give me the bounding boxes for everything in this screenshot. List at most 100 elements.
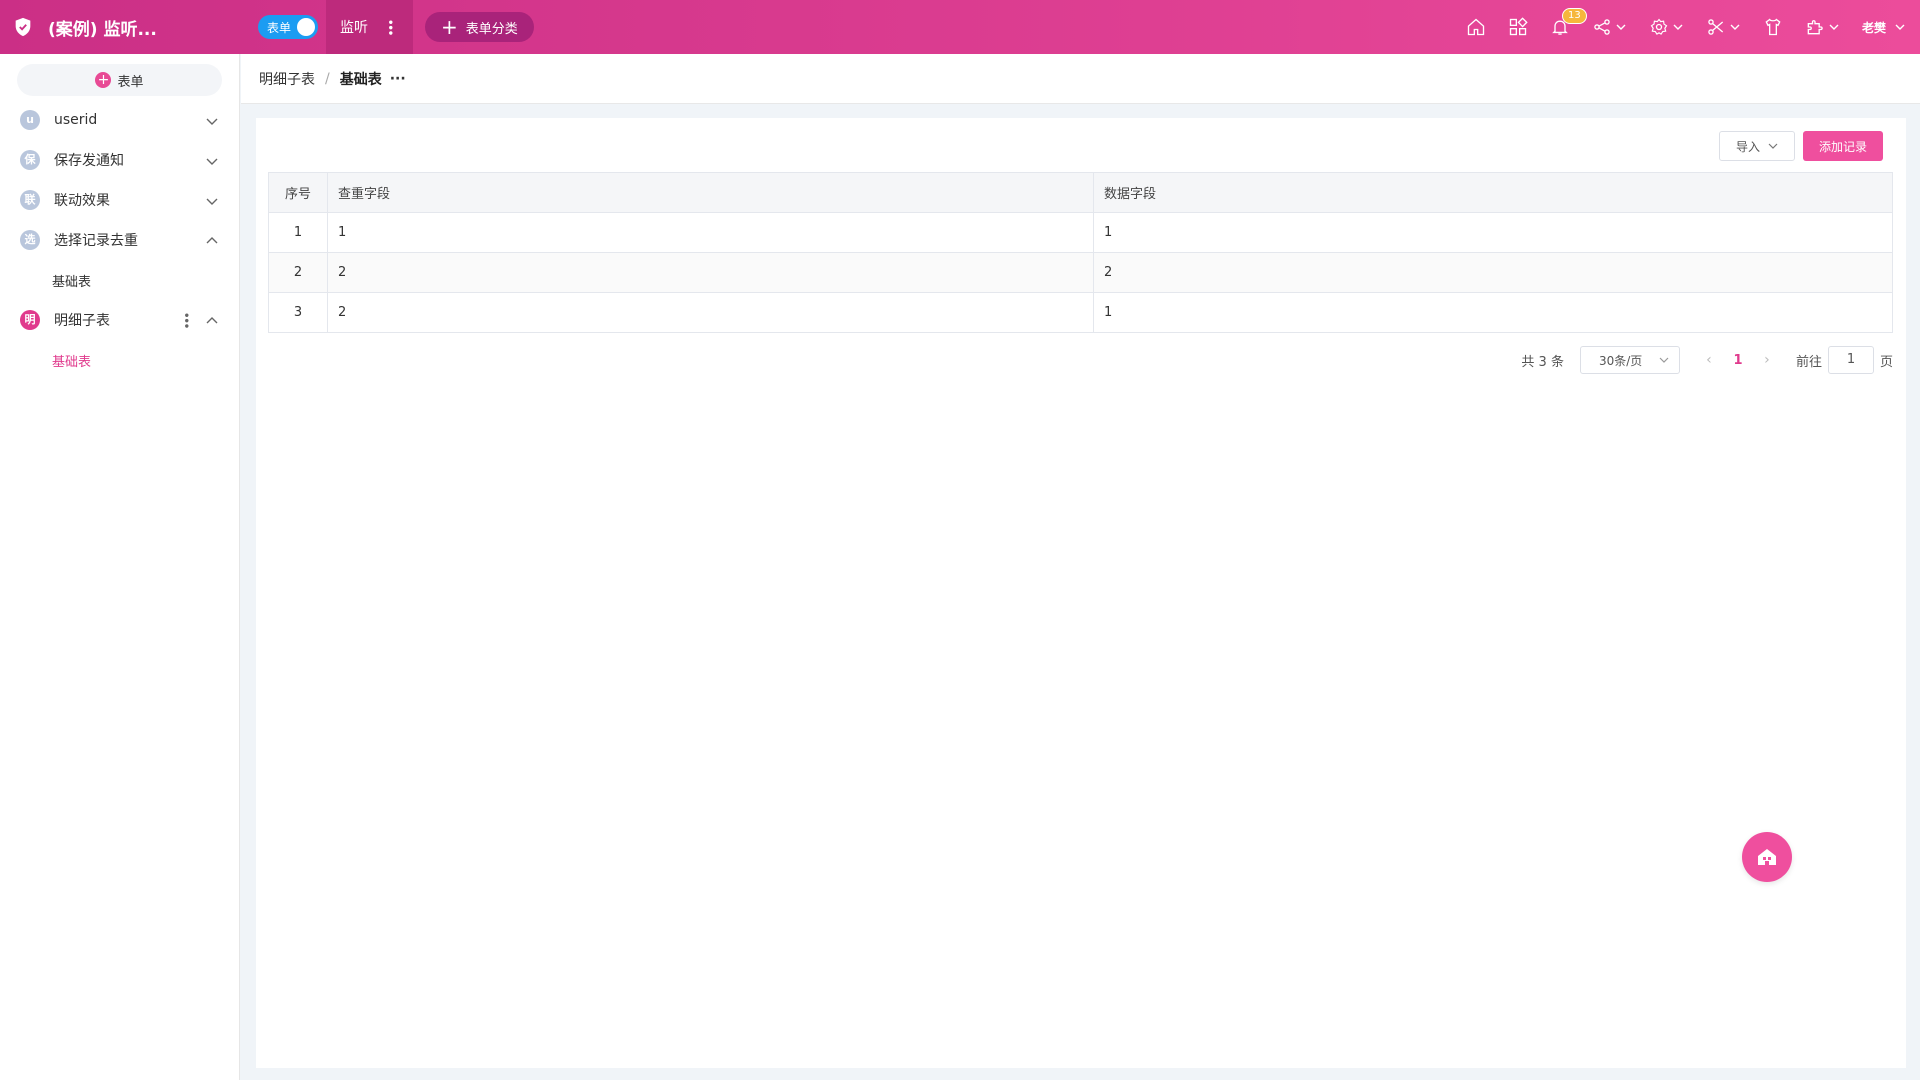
brand: (案例) 监听... (0, 0, 240, 54)
item-badge: 保 (20, 150, 40, 170)
tools-icon (1708, 19, 1724, 35)
chevron-down-icon (1673, 24, 1683, 30)
item-badge: u (20, 110, 40, 130)
add-category-label: 表单分类 (465, 21, 518, 37)
goto-page-input[interactable]: 1 (1827, 346, 1874, 374)
chevron-down-icon (1730, 24, 1740, 30)
sidebar-item-detail-subtable[interactable]: 明 明细子表 ••• (0, 300, 239, 340)
more-vertical-icon[interactable]: ••• (384, 19, 395, 35)
table-cell: 2 (268, 252, 328, 293)
plus-circle-icon: + (95, 72, 112, 88)
sidebar-item-label: 选择记录去重 (54, 233, 138, 249)
table-cell: 2 (327, 292, 1094, 333)
app-title[interactable]: (案例) 监听... (48, 15, 157, 40)
more-vertical-icon[interactable]: ••• (180, 312, 191, 328)
goto-label: 前往 (1795, 354, 1822, 370)
sidebar-item-label: 保存发通知 (54, 153, 124, 169)
shirt-icon[interactable] (1763, 17, 1783, 37)
table-row[interactable]: 2 2 2 (268, 252, 1893, 293)
shield-icon (12, 16, 34, 38)
add-record-button[interactable]: 添加记录 (1803, 131, 1883, 161)
item-badge: 选 (20, 230, 40, 250)
content-card: 导入 添加记录 序号 查重字段 数据字段 1 1 1 2 2 2 3 2 1 共… (256, 118, 1906, 1068)
sidebar-item-label: userid (54, 112, 98, 128)
apps-icon[interactable] (1508, 17, 1528, 37)
page-suffix: 页 (1879, 354, 1893, 370)
sidebar-item-dedupe[interactable]: 选 选择记录去重 (0, 220, 239, 260)
sidebar-item-label: 明细子表 (54, 313, 110, 329)
top-actions: 13 老樊 (1466, 0, 1920, 54)
toggle-label: 表单 (267, 20, 292, 35)
item-badge: 明 (20, 310, 40, 330)
item-badge: 联 (20, 190, 40, 210)
page-size-value: 30条/页 (1598, 353, 1643, 368)
sidebar-subitem-base-table-active[interactable]: 基础表 (0, 340, 239, 380)
column-header[interactable]: 序号 (268, 172, 328, 213)
import-button[interactable]: 导入 (1719, 131, 1795, 161)
table-row[interactable]: 1 1 1 (268, 212, 1893, 253)
add-category-button[interactable]: + 表单分类 (425, 12, 534, 42)
table-header-row: 序号 查重字段 数据字段 (268, 172, 1893, 213)
house-icon (1758, 849, 1776, 865)
chevron-down-icon (1616, 24, 1626, 30)
chevron-down-icon (1895, 24, 1905, 30)
table-cell: 1 (327, 212, 1094, 253)
user-menu[interactable]: 老樊 (1862, 19, 1906, 36)
column-header[interactable]: 查重字段 (327, 172, 1094, 213)
notification-badge: 13 (1561, 8, 1587, 24)
chevron-down-icon (1768, 143, 1778, 149)
breadcrumb-separator: / (325, 70, 330, 87)
user-name: 老樊 (1861, 20, 1886, 35)
table-cell: 3 (268, 292, 328, 333)
column-header[interactable]: 数据字段 (1093, 172, 1893, 213)
tab-listen[interactable]: 监听 ••• (326, 0, 413, 54)
chevron-up-icon (206, 317, 218, 324)
chevron-down-icon (1829, 24, 1839, 30)
sidebar-item-label: 联动效果 (54, 193, 110, 209)
table-cell: 1 (1093, 292, 1893, 333)
sidebar-subitem-base-table[interactable]: 基础表 (0, 260, 239, 300)
bell-icon[interactable]: 13 (1550, 8, 1587, 37)
add-form-button[interactable]: + 表单 (17, 64, 222, 96)
chevron-down-icon (206, 158, 218, 165)
pagination: 共 3 条 30条/页 ‹ 1 › 前往 1 页 (256, 346, 1893, 374)
settings-menu[interactable] (1649, 17, 1684, 37)
records-table: 序号 查重字段 数据字段 1 1 1 2 2 2 3 2 1 (268, 172, 1893, 333)
plus-icon: + (441, 15, 458, 39)
chevron-down-icon (1659, 357, 1669, 363)
table-row[interactable]: 3 2 1 (268, 292, 1893, 333)
table-cell: 2 (327, 252, 1094, 293)
tab-label: 监听 (340, 20, 368, 36)
form-toggle[interactable]: 表单 (258, 15, 318, 39)
breadcrumb-parent[interactable]: 明细子表 (259, 69, 315, 89)
gear-icon (1650, 18, 1668, 35)
table-cell: 1 (1093, 212, 1893, 253)
table-cell: 2 (1093, 252, 1893, 293)
total-count: 共 3 条 (1521, 354, 1564, 370)
tools-menu[interactable] (1706, 17, 1741, 37)
sidebar: + 表单 u userid 保 保存发通知 联 联动效果 选 选择记录去重 基础… (0, 54, 240, 1080)
chevron-up-icon (206, 237, 218, 244)
sidebar-item-userid[interactable]: u userid (0, 100, 239, 140)
chevron-down-icon (206, 198, 218, 205)
floating-home-button[interactable] (1742, 832, 1792, 882)
add-form-label: 表单 (117, 74, 144, 90)
breadcrumb-current: 基础表 (339, 71, 382, 88)
home-icon[interactable] (1466, 17, 1486, 37)
puzzle-icon (1807, 20, 1823, 35)
current-page[interactable]: 1 (1718, 353, 1758, 368)
sidebar-item-save-notify[interactable]: 保 保存发通知 (0, 140, 239, 180)
prev-page-icon[interactable]: ‹ (1700, 352, 1718, 368)
table-cell: 1 (268, 212, 328, 253)
toggle-knob (297, 18, 315, 36)
breadcrumb: 明细子表 / 基础表 ··· (241, 54, 1920, 104)
more-horizontal-icon[interactable]: ··· (390, 71, 406, 87)
top-bar: (案例) 监听... 表单 监听 ••• + 表单分类 13 老樊 (0, 0, 1920, 54)
share-icon (1594, 19, 1610, 35)
share-menu[interactable] (1592, 17, 1627, 37)
page-size-select[interactable]: 30条/页 (1579, 346, 1680, 374)
plugin-menu[interactable] (1805, 17, 1840, 37)
sidebar-item-linkage[interactable]: 联 联动效果 (0, 180, 239, 220)
import-label: 导入 (1735, 139, 1760, 154)
next-page-icon[interactable]: › (1758, 352, 1776, 368)
